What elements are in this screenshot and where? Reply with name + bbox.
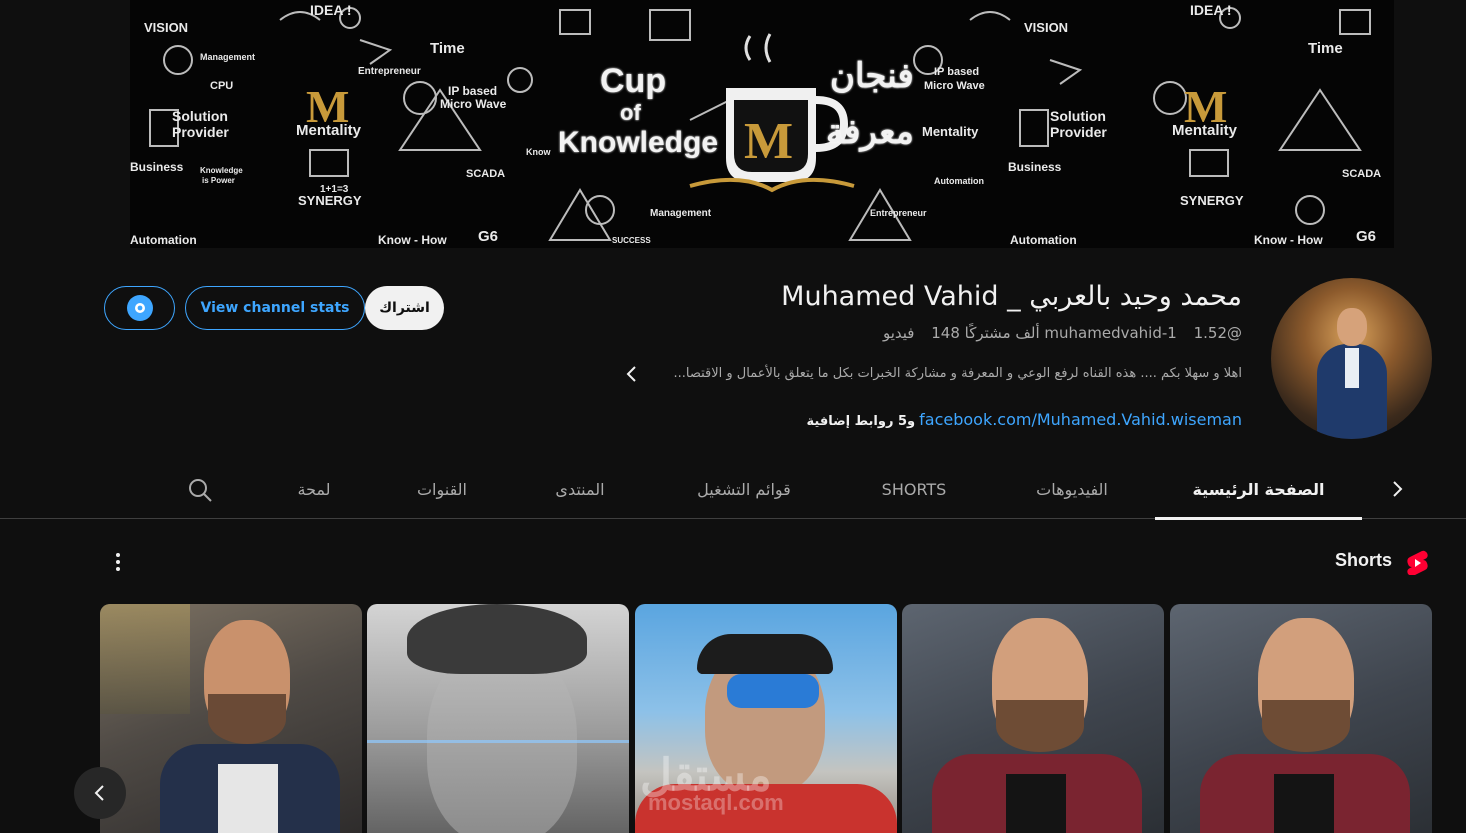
tab-shorts[interactable]: SHORTS <box>860 460 968 519</box>
doodle-vision-r: VISION <box>1024 20 1069 35</box>
doodle-ip-based: IP based <box>448 84 498 98</box>
thumbnail-helmet <box>697 634 833 674</box>
chevron-left-icon <box>94 785 104 801</box>
chevron-left-icon[interactable] <box>622 363 642 385</box>
avatar-shirt <box>1345 348 1359 388</box>
doodle-entrepreneur-r: Entrepreneur <box>870 208 927 218</box>
channel-description[interactable]: اهلا و سهلا بكم .... هذه القناه لرفع الو… <box>673 366 1242 381</box>
doodle-idea: IDEA ! <box>310 2 352 18</box>
watermark-subtext: mostaql.com <box>648 790 784 815</box>
tab-community[interactable]: المنتدى <box>530 460 630 519</box>
doodle-ip-based-r: IP based <box>934 66 980 78</box>
doodle-solution-r: Solution <box>1050 108 1106 124</box>
doodle-management: Management <box>200 52 256 62</box>
banner-title-line-1: Cup <box>600 62 667 100</box>
doodle-is-power: is Power <box>202 176 235 185</box>
short-thumbnail[interactable] <box>100 604 362 833</box>
channel-avatar[interactable] <box>1271 278 1432 439</box>
doodle-scada: SCADA <box>466 168 506 180</box>
doodle-g6-r: G6 <box>1356 228 1377 245</box>
shorts-section-title: Shorts <box>1334 550 1392 570</box>
doodle-know: Know <box>526 147 551 157</box>
channel-meta: @muhamedvahid-1 1.52 ألف مشتركًا 148 فيد… <box>883 324 1242 342</box>
tab-playlists[interactable]: قوائم التشغيل <box>672 460 816 519</box>
banner-title-line-2: of <box>620 100 641 125</box>
short-thumbnail[interactable] <box>367 604 629 833</box>
banner-title-line-3: Knowledge <box>558 126 719 159</box>
doodle-vision: VISION <box>144 20 189 35</box>
doodle-automation-r: Automation <box>1010 233 1077 247</box>
banner-arabic-line-2: معرفة <box>826 113 914 151</box>
doodle-automation: Automation <box>130 233 197 247</box>
tab-videos[interactable]: الفيديوهات <box>1000 460 1144 519</box>
thumbnail-light-streak <box>367 740 629 743</box>
doodle-business-r: Business <box>1008 160 1062 174</box>
doodle-time-r: Time <box>1308 40 1343 57</box>
channel-tabs: الصفحة الرئيسية الفيديوهات SHORTS قوائم … <box>0 460 1466 520</box>
doodle-cpu: CPU <box>210 80 234 92</box>
facebook-link[interactable]: facebook.com/Muhamed.Vahid.wiseman <box>919 410 1242 429</box>
channel-banner: M M M Cup of Knowledge فنجان معرفة VISIO… <box>0 0 1466 248</box>
more-vert-icon[interactable] <box>104 548 132 576</box>
doodle-scada-r: SCADA <box>1342 168 1382 180</box>
banner-artwork: M M M Cup of Knowledge فنجان معرفة VISIO… <box>130 0 1394 248</box>
doodle-automation-mid: Automation <box>934 176 984 186</box>
thumbnail-shelf <box>100 604 190 714</box>
doodle-mentality-r: Mentality <box>1172 122 1238 139</box>
doodle-synergy-r: SYNERGY <box>1180 193 1244 208</box>
thumbnail-sunglasses <box>727 674 819 708</box>
tab-channels[interactable]: القنوات <box>392 460 492 519</box>
extension-button[interactable] <box>104 286 175 330</box>
doodle-know-how: Know - How <box>378 233 447 247</box>
doodle-micro-wave: Micro Wave <box>440 97 507 111</box>
doodle-solution: Solution <box>172 108 228 124</box>
banner-arabic-line-1: فنجان <box>830 57 914 95</box>
view-channel-stats-button[interactable]: View channel stats <box>185 286 365 330</box>
thumbnail-shirt <box>218 764 278 833</box>
thumbnail-beard <box>208 694 286 744</box>
subscribe-button[interactable]: اشتراك <box>365 286 444 330</box>
doodle-g6: G6 <box>478 228 499 245</box>
chevron-right-icon[interactable] <box>1384 476 1410 502</box>
doodle-business: Business <box>130 160 184 174</box>
doodle-provider: Provider <box>172 124 229 140</box>
doodle-provider-r: Provider <box>1050 124 1107 140</box>
doodle-synergy: SYNERGY <box>298 193 362 208</box>
search-icon[interactable] <box>186 476 214 504</box>
avatar-face <box>1337 308 1367 346</box>
video-count: 148 فيديو <box>882 324 960 342</box>
banner-logo-center: M <box>744 113 793 170</box>
doodle-know-how-r: Know - How <box>1254 233 1323 247</box>
doodle-entrepreneur: Entrepreneur <box>358 66 421 77</box>
doodle-knowledge: Knowledge <box>200 166 243 175</box>
doodle-time: Time <box>430 40 465 57</box>
doodle-idea-r: IDEA ! <box>1190 2 1232 18</box>
more-links[interactable]: و5 روابط إضافية <box>807 414 916 429</box>
thumbnail-shirt <box>1006 774 1066 833</box>
thumbnail-hair <box>407 604 587 674</box>
tab-about[interactable]: لمحة <box>270 460 358 519</box>
doodle-micro-wave-r: Micro Wave <box>924 80 985 92</box>
extension-logo-icon <box>126 295 153 321</box>
doodle-success: SUCCESS <box>612 236 651 245</box>
short-thumbnail[interactable] <box>1170 604 1432 833</box>
thumbnail-shirt <box>1274 774 1334 833</box>
doodle-mentality-r2: Mentality <box>922 124 979 139</box>
doodle-mentality: Mentality <box>296 122 362 139</box>
shorts-logo-icon <box>1404 549 1430 576</box>
channel-links: و5 روابط إضافية facebook.com/Muhamed.Vahi… <box>807 410 1243 429</box>
thumbnail-beard <box>1262 700 1350 752</box>
channel-title: Muhamed Vahid _ محمد وحيد بالعربي <box>781 281 1242 312</box>
thumbnail-beard <box>996 700 1084 752</box>
tab-home[interactable]: الصفحة الرئيسية <box>1155 460 1362 520</box>
short-thumbnail[interactable] <box>902 604 1164 833</box>
shorts-prev-button[interactable] <box>74 767 126 819</box>
doodle-management-2: Management <box>650 208 712 219</box>
